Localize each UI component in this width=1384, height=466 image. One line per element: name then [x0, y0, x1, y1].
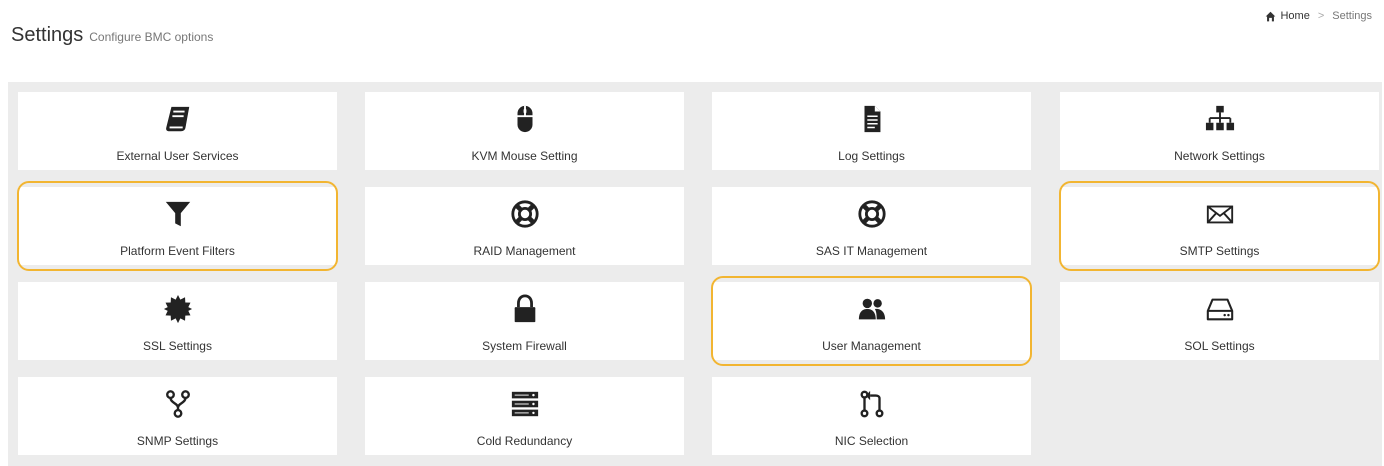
git-pull-request-icon: [855, 389, 889, 419]
settings-card-log-settings[interactable]: Log Settings: [712, 92, 1031, 170]
settings-card-label: SNMP Settings: [136, 434, 219, 448]
life-ring-icon: [508, 199, 542, 229]
settings-card-sol-settings[interactable]: SOL Settings: [1060, 282, 1379, 360]
breadcrumb: Home > Settings: [1265, 10, 1372, 22]
settings-card-kvm-mouse-setting[interactable]: KVM Mouse Setting: [365, 92, 684, 170]
filter-icon: [161, 199, 195, 229]
settings-card-external-user-services[interactable]: External User Services: [18, 92, 337, 170]
life-ring-icon: [855, 199, 889, 229]
page-header: Settings Configure BMC options Home > Set…: [0, 0, 1384, 80]
settings-card-cold-redundancy[interactable]: Cold Redundancy: [365, 377, 684, 455]
mouse-icon: [508, 104, 542, 134]
settings-grid: External User Services KVM Mouse Setting L…: [8, 82, 1382, 466]
file-text-icon: [855, 104, 889, 134]
settings-card-label: Cold Redundancy: [476, 434, 573, 448]
settings-card-label: RAID Management: [473, 244, 576, 258]
server-icon: [508, 389, 542, 419]
book-icon: [161, 104, 195, 134]
settings-card-label: SSL Settings: [143, 339, 212, 353]
settings-card-nic-selection[interactable]: NIC Selection: [712, 377, 1031, 455]
settings-card-label: SOL Settings: [1184, 339, 1255, 353]
settings-card-label: External User Services: [116, 149, 239, 163]
breadcrumb-home-link[interactable]: Home: [1280, 10, 1309, 22]
settings-card-label: NIC Selection: [834, 434, 909, 448]
certificate-icon: [161, 294, 195, 324]
settings-card-label: KVM Mouse Setting: [471, 149, 578, 163]
settings-card-network-settings[interactable]: Network Settings: [1060, 92, 1379, 170]
page-title: Settings Configure BMC options: [11, 24, 213, 47]
settings-card-ssl-settings[interactable]: SSL Settings: [18, 282, 337, 360]
settings-card-system-firewall[interactable]: System Firewall: [365, 282, 684, 360]
settings-card-label: SAS IT Management: [815, 244, 928, 258]
sitemap-icon: [1203, 104, 1237, 134]
settings-card-platform-event-filters[interactable]: Platform Event Filters: [18, 187, 337, 265]
breadcrumb-current: Settings: [1332, 10, 1372, 22]
settings-card-label: Platform Event Filters: [120, 244, 235, 258]
settings-card-label: Log Settings: [838, 149, 905, 163]
settings-card-raid-management[interactable]: RAID Management: [365, 187, 684, 265]
lock-icon: [508, 294, 542, 324]
hdd-icon: [1203, 294, 1237, 324]
settings-card-label: SMTP Settings: [1179, 244, 1260, 258]
envelope-icon: [1203, 199, 1237, 229]
page-title-text: Settings: [11, 24, 84, 46]
settings-card-sas-it-management[interactable]: SAS IT Management: [712, 187, 1031, 265]
page-subtitle: Configure BMC options: [89, 30, 214, 44]
settings-card-user-management[interactable]: User Management: [712, 282, 1031, 360]
home-icon[interactable]: [1265, 11, 1276, 22]
settings-card-snmp-settings[interactable]: SNMP Settings: [18, 377, 337, 455]
settings-card-smtp-settings[interactable]: SMTP Settings: [1060, 187, 1379, 265]
settings-card-label: User Management: [822, 339, 921, 353]
settings-card-label: System Firewall: [482, 339, 567, 353]
users-icon: [855, 294, 889, 324]
code-fork-icon: [161, 389, 195, 419]
breadcrumb-separator: >: [1317, 10, 1325, 22]
settings-card-label: Network Settings: [1174, 149, 1265, 163]
